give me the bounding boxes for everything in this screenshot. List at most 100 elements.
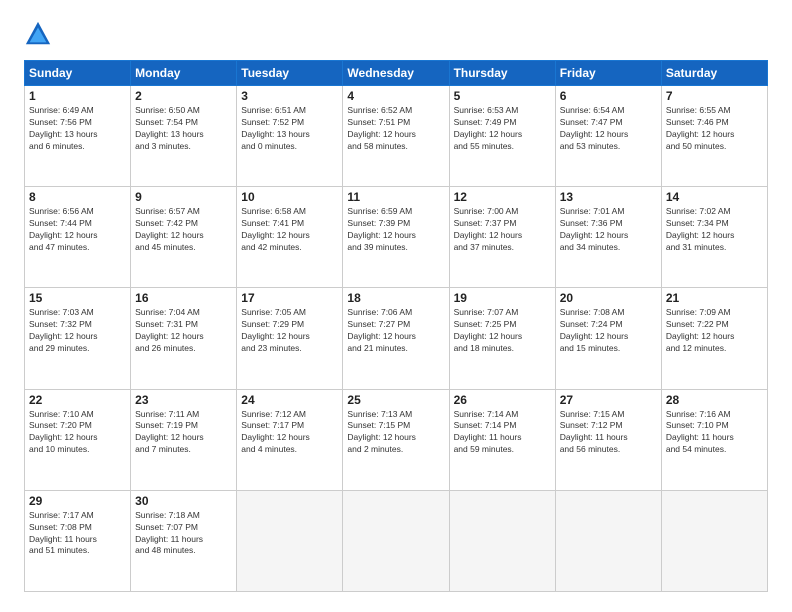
day-info: Sunrise: 6:52 AM Sunset: 7:51 PM Dayligh… bbox=[347, 105, 444, 153]
calendar-week-4: 29 Sunrise: 7:17 AM Sunset: 7:08 PM Dayli… bbox=[25, 490, 768, 591]
col-header-sunday: Sunday bbox=[25, 61, 131, 86]
day-number: 19 bbox=[454, 291, 551, 305]
col-header-saturday: Saturday bbox=[661, 61, 767, 86]
day-number: 26 bbox=[454, 393, 551, 407]
calendar-cell: 16Sunrise: 7:04 AM Sunset: 7:31 PM Dayli… bbox=[131, 288, 237, 389]
day-info: Sunrise: 7:18 AM Sunset: 7:07 PM Dayligh… bbox=[135, 510, 232, 558]
calendar-cell bbox=[237, 490, 343, 591]
day-info: Sunrise: 6:55 AM Sunset: 7:46 PM Dayligh… bbox=[666, 105, 763, 153]
calendar-cell: 11Sunrise: 6:59 AM Sunset: 7:39 PM Dayli… bbox=[343, 187, 449, 288]
col-header-thursday: Thursday bbox=[449, 61, 555, 86]
calendar-cell: 13 Sunrise: 7:01 AM Sunset: 7:36 PM Dayli… bbox=[555, 187, 661, 288]
calendar-cell: 29 Sunrise: 7:17 AM Sunset: 7:08 PM Dayli… bbox=[25, 490, 131, 591]
day-number: 28 bbox=[666, 393, 763, 407]
day-info: Sunrise: 6:51 AM Sunset: 7:52 PM Dayligh… bbox=[241, 105, 338, 153]
day-info: Sunrise: 6:53 AM Sunset: 7:49 PM Dayligh… bbox=[454, 105, 551, 153]
calendar-week-3: 22 Sunrise: 7:10 AM Sunset: 7:20 PM Dayli… bbox=[25, 389, 768, 490]
calendar-week-2: 15 Sunrise: 7:03 AM Sunset: 7:32 PM Dayli… bbox=[25, 288, 768, 389]
day-info: Sunrise: 7:07 AM Sunset: 7:25 PM Dayligh… bbox=[454, 307, 551, 355]
day-number: 17 bbox=[241, 291, 338, 305]
day-info: Sunrise: 7:15 AM Sunset: 7:12 PM Dayligh… bbox=[560, 409, 657, 457]
calendar-cell: 5 Sunrise: 6:53 AM Sunset: 7:49 PM Daylig… bbox=[449, 86, 555, 187]
day-number: 8 bbox=[29, 190, 126, 204]
day-number: 22 bbox=[29, 393, 126, 407]
day-info: Sunrise: 7:08 AM Sunset: 7:24 PM Dayligh… bbox=[560, 307, 657, 355]
day-info: Sunrise: 7:13 AM Sunset: 7:15 PM Dayligh… bbox=[347, 409, 444, 457]
calendar-cell: 9Sunrise: 6:57 AM Sunset: 7:42 PM Daylig… bbox=[131, 187, 237, 288]
header bbox=[24, 20, 768, 48]
day-info: Sunrise: 6:56 AM Sunset: 7:44 PM Dayligh… bbox=[29, 206, 126, 254]
day-number: 3 bbox=[241, 89, 338, 103]
calendar-week-1: 8 Sunrise: 6:56 AM Sunset: 7:44 PM Daylig… bbox=[25, 187, 768, 288]
calendar-cell: 24 Sunrise: 7:12 AM Sunset: 7:17 PM Dayli… bbox=[237, 389, 343, 490]
col-header-tuesday: Tuesday bbox=[237, 61, 343, 86]
day-number: 25 bbox=[347, 393, 444, 407]
day-number: 20 bbox=[560, 291, 657, 305]
day-number: 30 bbox=[135, 494, 232, 508]
calendar-cell: 2 Sunrise: 6:50 AM Sunset: 7:54 PM Daylig… bbox=[131, 86, 237, 187]
calendar-cell: 17 Sunrise: 7:05 AM Sunset: 7:29 PM Dayli… bbox=[237, 288, 343, 389]
calendar-header-row: SundayMondayTuesdayWednesdayThursdayFrid… bbox=[25, 61, 768, 86]
day-number: 6 bbox=[560, 89, 657, 103]
calendar-cell: 19 Sunrise: 7:07 AM Sunset: 7:25 PM Dayli… bbox=[449, 288, 555, 389]
page: SundayMondayTuesdayWednesdayThursdayFrid… bbox=[0, 0, 792, 612]
day-info: Sunrise: 7:17 AM Sunset: 7:08 PM Dayligh… bbox=[29, 510, 126, 558]
calendar-cell: 12Sunrise: 7:00 AM Sunset: 7:37 PM Dayli… bbox=[449, 187, 555, 288]
day-number: 7 bbox=[666, 89, 763, 103]
day-number: 5 bbox=[454, 89, 551, 103]
day-number: 13 bbox=[560, 190, 657, 204]
day-info: Sunrise: 7:06 AM Sunset: 7:27 PM Dayligh… bbox=[347, 307, 444, 355]
day-info: Sunrise: 6:49 AM Sunset: 7:56 PM Dayligh… bbox=[29, 105, 126, 153]
day-info: Sunrise: 7:03 AM Sunset: 7:32 PM Dayligh… bbox=[29, 307, 126, 355]
calendar-cell: 4 Sunrise: 6:52 AM Sunset: 7:51 PM Daylig… bbox=[343, 86, 449, 187]
calendar-cell: 3 Sunrise: 6:51 AM Sunset: 7:52 PM Daylig… bbox=[237, 86, 343, 187]
day-info: Sunrise: 7:11 AM Sunset: 7:19 PM Dayligh… bbox=[135, 409, 232, 457]
day-number: 18 bbox=[347, 291, 444, 305]
calendar-cell: 10Sunrise: 6:58 AM Sunset: 7:41 PM Dayli… bbox=[237, 187, 343, 288]
calendar-cell bbox=[343, 490, 449, 591]
calendar-cell: 20 Sunrise: 7:08 AM Sunset: 7:24 PM Dayli… bbox=[555, 288, 661, 389]
calendar-cell: 26 Sunrise: 7:14 AM Sunset: 7:14 PM Dayli… bbox=[449, 389, 555, 490]
day-info: Sunrise: 7:12 AM Sunset: 7:17 PM Dayligh… bbox=[241, 409, 338, 457]
calendar-cell: 30 Sunrise: 7:18 AM Sunset: 7:07 PM Dayli… bbox=[131, 490, 237, 591]
day-number: 9 bbox=[135, 190, 232, 204]
calendar-cell: 18 Sunrise: 7:06 AM Sunset: 7:27 PM Dayli… bbox=[343, 288, 449, 389]
day-info: Sunrise: 6:59 AM Sunset: 7:39 PM Dayligh… bbox=[347, 206, 444, 254]
day-info: Sunrise: 7:01 AM Sunset: 7:36 PM Dayligh… bbox=[560, 206, 657, 254]
day-info: Sunrise: 7:14 AM Sunset: 7:14 PM Dayligh… bbox=[454, 409, 551, 457]
calendar-cell bbox=[555, 490, 661, 591]
logo bbox=[24, 20, 58, 48]
calendar-cell: 25 Sunrise: 7:13 AM Sunset: 7:15 PM Dayli… bbox=[343, 389, 449, 490]
col-header-monday: Monday bbox=[131, 61, 237, 86]
day-info: Sunrise: 7:09 AM Sunset: 7:22 PM Dayligh… bbox=[666, 307, 763, 355]
day-info: Sunrise: 7:00 AM Sunset: 7:37 PM Dayligh… bbox=[454, 206, 551, 254]
day-info: Sunrise: 7:02 AM Sunset: 7:34 PM Dayligh… bbox=[666, 206, 763, 254]
day-info: Sunrise: 6:50 AM Sunset: 7:54 PM Dayligh… bbox=[135, 105, 232, 153]
day-number: 24 bbox=[241, 393, 338, 407]
day-number: 29 bbox=[29, 494, 126, 508]
day-number: 2 bbox=[135, 89, 232, 103]
day-number: 16 bbox=[135, 291, 232, 305]
calendar-cell: 15 Sunrise: 7:03 AM Sunset: 7:32 PM Dayli… bbox=[25, 288, 131, 389]
day-info: Sunrise: 7:16 AM Sunset: 7:10 PM Dayligh… bbox=[666, 409, 763, 457]
calendar-cell: 14 Sunrise: 7:02 AM Sunset: 7:34 PM Dayli… bbox=[661, 187, 767, 288]
day-number: 15 bbox=[29, 291, 126, 305]
calendar-cell: 8 Sunrise: 6:56 AM Sunset: 7:44 PM Daylig… bbox=[25, 187, 131, 288]
day-number: 21 bbox=[666, 291, 763, 305]
calendar-cell: 27Sunrise: 7:15 AM Sunset: 7:12 PM Dayli… bbox=[555, 389, 661, 490]
calendar-cell bbox=[449, 490, 555, 591]
day-info: Sunrise: 6:54 AM Sunset: 7:47 PM Dayligh… bbox=[560, 105, 657, 153]
calendar-cell: 6 Sunrise: 6:54 AM Sunset: 7:47 PM Daylig… bbox=[555, 86, 661, 187]
calendar-cell: 1 Sunrise: 6:49 AM Sunset: 7:56 PM Daylig… bbox=[25, 86, 131, 187]
calendar-cell bbox=[661, 490, 767, 591]
day-number: 4 bbox=[347, 89, 444, 103]
day-number: 1 bbox=[29, 89, 126, 103]
calendar-cell: 23 Sunrise: 7:11 AM Sunset: 7:19 PM Dayli… bbox=[131, 389, 237, 490]
day-number: 14 bbox=[666, 190, 763, 204]
day-info: Sunrise: 7:10 AM Sunset: 7:20 PM Dayligh… bbox=[29, 409, 126, 457]
calendar-cell: 21 Sunrise: 7:09 AM Sunset: 7:22 PM Dayli… bbox=[661, 288, 767, 389]
calendar-cell: 7 Sunrise: 6:55 AM Sunset: 7:46 PM Daylig… bbox=[661, 86, 767, 187]
day-number: 23 bbox=[135, 393, 232, 407]
day-info: Sunrise: 7:05 AM Sunset: 7:29 PM Dayligh… bbox=[241, 307, 338, 355]
calendar-cell: 22 Sunrise: 7:10 AM Sunset: 7:20 PM Dayli… bbox=[25, 389, 131, 490]
